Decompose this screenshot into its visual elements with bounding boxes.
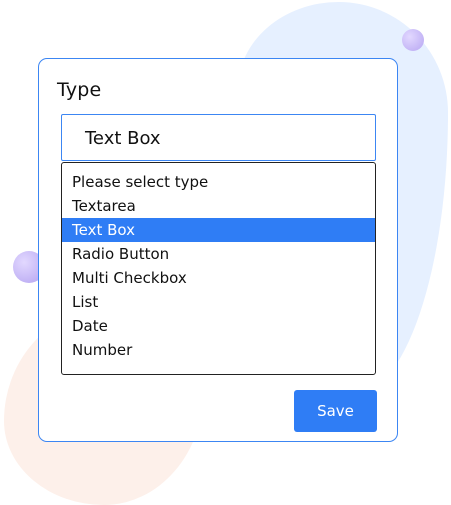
option-text-box[interactable]: Text Box [62,218,375,242]
option-multi-checkbox[interactable]: Multi Checkbox [62,266,375,290]
option-please-select-type[interactable]: Please select type [62,170,375,194]
type-select[interactable]: Text Box [61,114,376,161]
option-textarea[interactable]: Textarea [62,194,375,218]
type-select-value: Text Box [85,128,161,149]
option-date[interactable]: Date [62,314,375,338]
decorative-dot-top [402,29,424,51]
option-radio-button[interactable]: Radio Button [62,242,375,266]
save-button[interactable]: Save [294,390,377,432]
type-dropdown-list: Please select type Textarea Text Box Rad… [61,162,376,375]
option-list[interactable]: List [62,290,375,314]
form-card: Type Text Box Please select type Textare… [38,58,398,442]
option-number[interactable]: Number [62,338,375,362]
type-label: Type [57,79,102,101]
